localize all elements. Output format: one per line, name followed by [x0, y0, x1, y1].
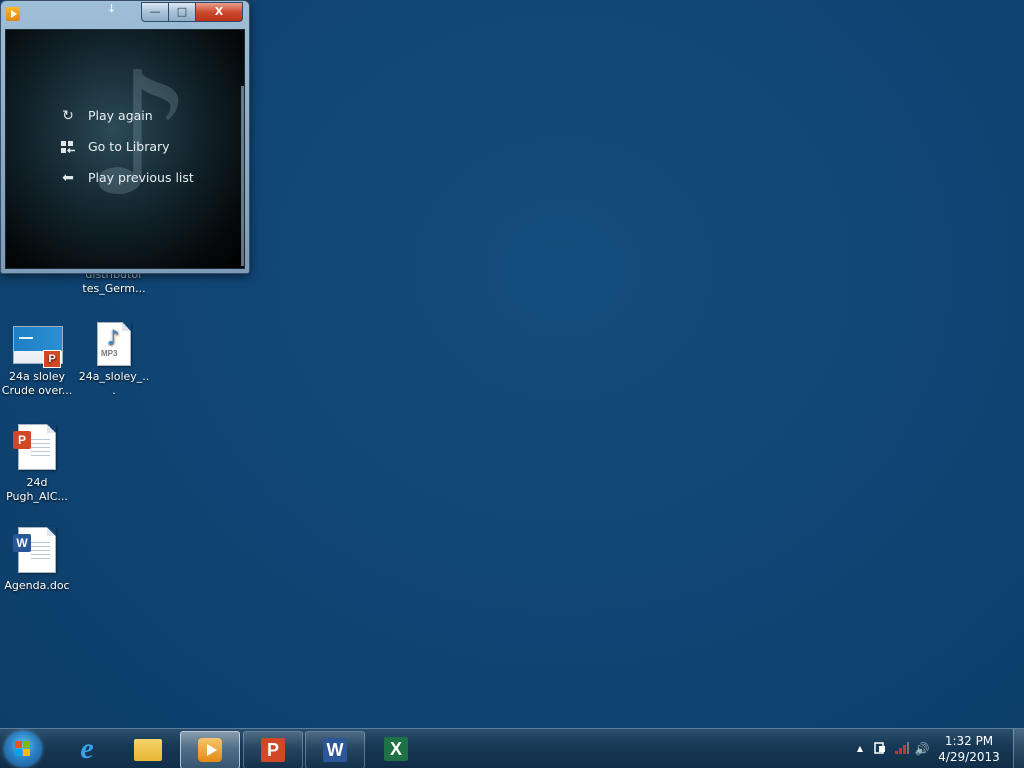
system-tray: ▲ 🔊 1:32 PM 4/29/2013	[834, 729, 1024, 768]
minimize-button[interactable]: —	[141, 2, 169, 22]
show-hidden-icons-button[interactable]: ▲	[852, 741, 868, 757]
volume-icon[interactable]: 🔊	[914, 741, 930, 757]
desktop: distributor tes_Germ... P 24a sloley Cru…	[0, 0, 1024, 768]
library-icon	[60, 139, 76, 155]
taskbar-powerpoint-button[interactable]: P	[243, 731, 303, 768]
taskbar-excel-button[interactable]: X	[367, 731, 425, 767]
show-desktop-button[interactable]	[1013, 729, 1024, 768]
word-document-icon: W	[13, 527, 57, 575]
mouse-cursor-icon: ↓	[107, 2, 117, 15]
music-note-icon: ♪	[84, 36, 193, 234]
clock[interactable]: 1:32 PM 4/29/2013	[934, 733, 1004, 765]
network-icon[interactable]	[894, 741, 910, 757]
taskbar: e P W X ▲ 🔊 1:32 PM 4/29/2013	[0, 728, 1024, 768]
windows-logo-icon	[15, 741, 31, 757]
excel-icon: X	[384, 737, 408, 761]
taskbar-word-button[interactable]: W	[305, 731, 365, 768]
folder-icon	[134, 739, 162, 761]
maximize-button[interactable]: □	[168, 2, 196, 22]
powerpoint-icon: P	[261, 738, 285, 762]
media-player-scrollbar[interactable]	[241, 86, 244, 266]
taskbar-internet-explorer-button[interactable]: e	[58, 731, 116, 767]
desktop-icon-ppt-slide[interactable]: P 24a sloley Crude over...	[0, 326, 74, 398]
taskbar-media-player-button[interactable]	[180, 731, 240, 768]
clock-date: 4/29/2013	[938, 750, 1000, 764]
mp3-file-icon: ♪ MP3	[97, 322, 131, 366]
play-again-label: Play again	[88, 108, 153, 123]
desktop-icon-word-doc[interactable]: W Agenda.doc	[0, 527, 74, 593]
powerpoint-slide-icon: P	[13, 326, 63, 368]
powerpoint-document-icon: P	[13, 424, 57, 472]
desktop-icon-label: Agenda.doc	[4, 579, 70, 592]
go-to-library-label: Go to Library	[88, 139, 170, 154]
internet-explorer-icon: e	[80, 732, 94, 765]
back-arrow-icon: ⬅	[62, 170, 74, 186]
desktop-icon-mp3[interactable]: ♪ MP3 24a_sloley_...	[77, 322, 151, 398]
replay-icon: ↻	[62, 108, 74, 124]
desktop-icon-label: 24a sloley Crude over...	[1, 370, 73, 397]
start-button[interactable]	[4, 731, 42, 767]
media-player-app-icon[interactable]	[6, 7, 20, 21]
word-icon: W	[323, 738, 347, 762]
desktop-icon-label: 24a_sloley_...	[78, 370, 150, 397]
taskbar-windows-explorer-button[interactable]	[119, 731, 177, 767]
media-player-titlebar[interactable]: ↓ — □ X	[1, 1, 249, 27]
media-player-now-playing-area: ♪ ↻ Play again Go to Library ⬅ Play prev…	[5, 29, 245, 269]
desktop-icon-ppt-doc[interactable]: P 24d Pugh_AIC...	[0, 424, 74, 504]
play-previous-list-label: Play previous list	[88, 170, 194, 185]
desktop-icon-label: 24d Pugh_AIC...	[6, 476, 68, 503]
desktop-icon-label: tes_Germ...	[82, 282, 146, 295]
close-button[interactable]: X	[195, 2, 243, 22]
media-player-window[interactable]: ↓ — □ X ♪ ↻ Play again Go to Library ⬅ P…	[0, 0, 250, 274]
media-player-icon	[198, 738, 222, 762]
action-center-icon[interactable]	[872, 741, 888, 757]
clock-time: 1:32 PM	[944, 734, 994, 748]
